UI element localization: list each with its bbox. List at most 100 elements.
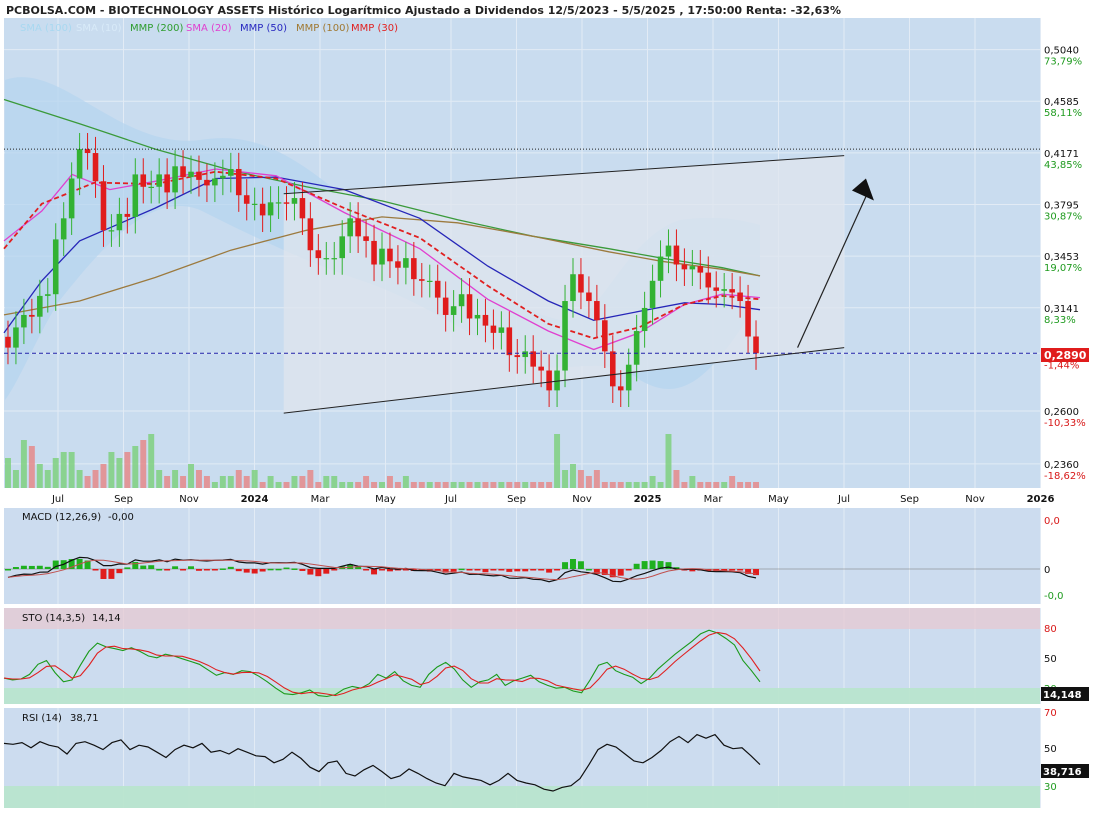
sto-badge-text: 14,148: [1043, 690, 1082, 701]
legend-sma20: SMA (20): [186, 23, 232, 34]
sto-oversold-zone: [4, 688, 1040, 704]
candle-body: [498, 327, 505, 333]
candle-body: [689, 266, 696, 270]
candle-body: [259, 203, 266, 216]
macd-histogram-bar: [371, 569, 378, 575]
candle-body: [21, 314, 27, 328]
price-tick-label: 0,4171: [1044, 149, 1079, 160]
volume-bar: [665, 434, 672, 488]
price-tick-label: 0,2600: [1044, 407, 1079, 418]
macd-histogram-bar: [585, 569, 592, 571]
volume-bar: [172, 470, 179, 488]
volume-bar: [649, 476, 656, 488]
price-tick-label: 0,3141: [1044, 304, 1079, 315]
candle-body: [291, 198, 298, 204]
candle-body: [5, 336, 11, 348]
candle-body: [466, 294, 473, 319]
date-tick-label: Jul: [444, 494, 457, 505]
volume-bar: [402, 476, 409, 488]
macd-histogram-bar: [267, 568, 274, 571]
macd-histogram-bar: [570, 559, 576, 569]
volume-bar: [20, 440, 27, 488]
volume-bar: [577, 470, 584, 488]
candle-body: [172, 166, 178, 193]
volume-bar: [291, 476, 298, 488]
macd-histogram-bar: [514, 569, 521, 572]
price-tick-label: 0,3795: [1044, 200, 1079, 211]
macd-histogram-bar: [315, 569, 322, 577]
volume-bar: [514, 482, 521, 488]
macd-histogram-bar: [633, 563, 640, 569]
volume-bar: [562, 470, 569, 488]
volume-bar: [625, 482, 632, 488]
candle-body: [562, 301, 568, 371]
macd-histogram-bar: [108, 569, 115, 579]
candle-body: [188, 171, 194, 178]
candle-body: [363, 236, 369, 241]
volume-bar: [530, 482, 537, 488]
macd-panel: [4, 508, 1040, 604]
candle-body: [681, 264, 688, 270]
pct-tick-label: -18,62%: [1044, 471, 1086, 482]
candle-body: [450, 306, 457, 315]
candle-body: [442, 297, 449, 315]
volume-bar: [307, 470, 314, 488]
volume-bar: [164, 476, 171, 488]
candle-body: [594, 301, 600, 321]
volume-bar: [132, 446, 139, 488]
volume-bar: [617, 482, 624, 488]
date-tick-label: Nov: [965, 494, 985, 505]
macd-histogram-bar: [498, 569, 505, 571]
volume-bar: [259, 482, 266, 488]
rsi-value: 38,71: [70, 713, 99, 724]
volume-bar: [203, 476, 210, 488]
macd-histogram-bar: [562, 562, 569, 569]
volume-bar: [140, 440, 147, 488]
volume-bar: [124, 452, 131, 488]
pct-tick-label: 8,33%: [1044, 315, 1076, 326]
rsi-axis-70: 70: [1044, 708, 1057, 719]
pct-tick-label: 73,79%: [1044, 57, 1082, 68]
price-tick-label: 0,2360: [1044, 460, 1079, 471]
volume-bar: [458, 482, 465, 488]
candle-body: [609, 351, 616, 387]
candle-body: [283, 202, 290, 204]
sto-label: STO (14,3,5): [22, 613, 85, 624]
volume-bar: [299, 476, 306, 488]
volume-bar: [394, 482, 401, 488]
volume-bar: [219, 476, 226, 488]
candle-body: [602, 320, 608, 352]
macd-histogram-bar: [649, 560, 656, 569]
macd-value: -0,00: [108, 512, 134, 523]
candle-body: [721, 289, 727, 291]
candle-body: [116, 213, 123, 231]
volume-bar: [5, 458, 11, 488]
candle-body: [29, 314, 35, 317]
candle-body: [251, 203, 258, 205]
macd-histogram-bar: [625, 569, 632, 571]
date-tick-label: 2026: [1027, 494, 1055, 505]
candle-body: [140, 174, 147, 187]
volume-bar: [347, 482, 354, 488]
candle-body: [570, 274, 576, 302]
date-tick-label: 2025: [634, 494, 662, 505]
volume-bar: [188, 464, 194, 488]
price-tick-label: 0,3453: [1044, 252, 1079, 263]
volume-bar: [697, 482, 704, 488]
candle-body: [697, 266, 704, 273]
macd-histogram-bar: [188, 566, 194, 569]
macd-histogram-bar: [180, 569, 187, 571]
volume-bar: [379, 482, 385, 488]
candle-body: [705, 272, 712, 288]
macd-histogram-bar: [44, 566, 51, 569]
macd-histogram-bar: [546, 569, 553, 573]
macd-histogram-bar: [20, 565, 27, 569]
candle-body: [156, 174, 162, 187]
legend-mmp100: MMP (100): [296, 23, 349, 34]
sto-axis-50: 50: [1044, 654, 1057, 665]
macd-axis-top: 0,0: [1044, 516, 1060, 527]
rsi-axis-50: 50: [1044, 744, 1057, 755]
macd-histogram-bar: [283, 567, 290, 570]
candle-body: [323, 258, 330, 260]
volume-bar: [601, 482, 608, 488]
